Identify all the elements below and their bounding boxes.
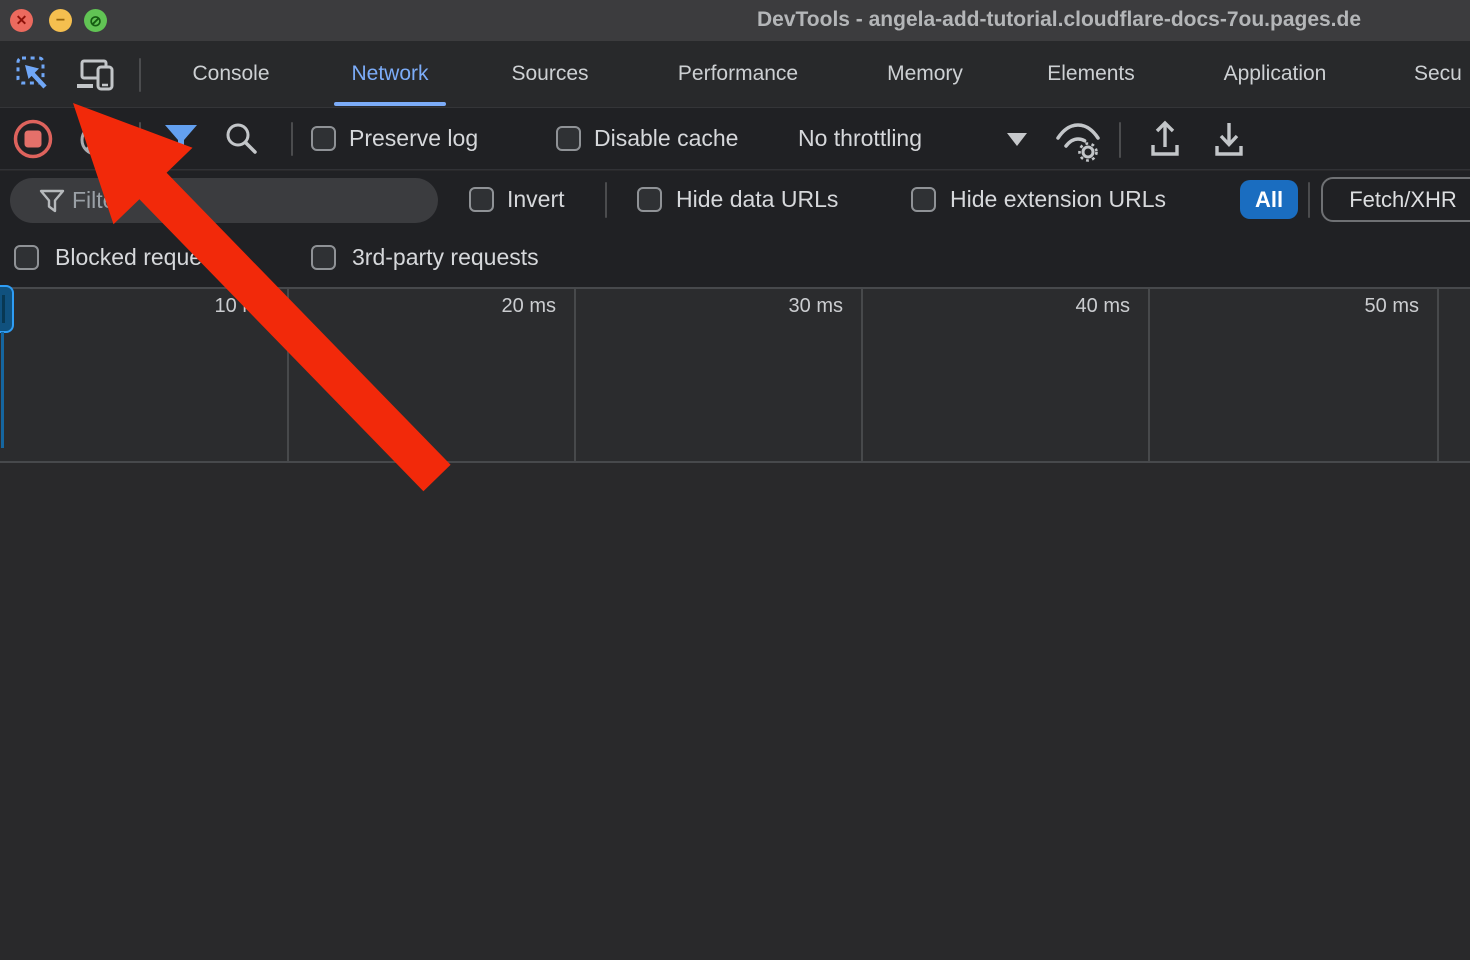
toolbar-separator [139,122,141,156]
filter-separator [1308,182,1310,218]
third-party-requests-checkbox[interactable] [311,245,336,270]
network-conditions-button[interactable] [1052,118,1104,162]
close-icon[interactable]: ✕ [10,9,33,32]
export-har-icon [1210,119,1248,161]
tab-application[interactable]: Application [1200,41,1350,107]
record-stop-icon [11,117,55,161]
clear-button[interactable] [77,121,115,159]
preserve-log-label: Preserve log [349,125,478,151]
requests-panel: Recordi Perform a request [0,463,1470,960]
clear-icon [77,121,115,159]
overview-range-handle-line [1,332,4,448]
filter-placeholder: Filter [72,187,123,214]
inspect-element-button[interactable] [14,54,54,94]
disable-cache-label: Disable cache [594,125,738,151]
search-icon [224,121,260,157]
fullscreen-icon[interactable]: ⊘ [84,9,107,32]
import-har-icon [1146,119,1184,161]
inspect-element-icon [14,54,54,94]
ruler-label-30ms: 30 ms [789,295,843,318]
device-toolbar-button[interactable] [74,57,118,93]
titlebar: ✕ − ⊘ DevTools - angela-add-tutorial.clo… [0,0,1470,41]
blocked-requests-label: Blocked requests [55,244,231,270]
toolbar-separator [1119,122,1121,158]
tab-bar: Console Network Sources Performance Memo… [0,41,1470,108]
toolbar-separator [291,122,293,156]
network-conditions-icon [1052,118,1104,162]
search-button[interactable] [224,121,260,157]
ruler-label-20ms: 20 ms [502,295,556,318]
device-toolbar-icon [74,57,118,93]
filter-funnel-icon [163,123,199,155]
tab-security[interactable]: Secu [1408,41,1470,107]
import-har-button[interactable] [1146,119,1184,161]
filter-separator [605,182,607,218]
throttling-select[interactable]: No throttling [798,125,922,151]
window-title: DevTools - angela-add-tutorial.cloudflar… [757,8,1361,32]
filter-input[interactable]: Filter [10,178,438,223]
ruler-divider [287,289,289,461]
ruler-label-10ms: 10 ms [215,295,269,318]
ruler-divider [1148,289,1150,461]
tab-sources[interactable]: Sources [495,41,605,107]
hide-data-urls-checkbox[interactable] [637,187,662,212]
export-har-button[interactable] [1210,119,1248,161]
invert-checkbox[interactable] [469,187,494,212]
filter-bar: Filter Invert Hide data URLs Hide extens… [0,171,1470,228]
preserve-log-checkbox[interactable] [311,126,336,151]
network-overview[interactable]: 10 ms 20 ms 30 ms 40 ms 50 ms [0,287,1470,463]
tab-elements[interactable]: Elements [1029,41,1153,107]
disable-cache-checkbox[interactable] [556,126,581,151]
request-type-all-button[interactable]: All [1240,180,1298,219]
ruler-divider [1437,289,1439,461]
tab-memory[interactable]: Memory [870,41,980,107]
ruler-divider [861,289,863,461]
hide-extension-urls-checkbox[interactable] [911,187,936,212]
minimize-icon[interactable]: − [49,9,72,32]
tabbar-separator [139,58,141,92]
filter-toggle-button[interactable] [163,123,199,155]
ruler-label-50ms: 50 ms [1365,295,1419,318]
tab-network[interactable]: Network [334,41,446,107]
throttling-caret-icon[interactable] [1007,133,1027,146]
more-filters-bar: Blocked requests 3rd-party requests [0,228,1470,287]
hide-data-urls-label: Hide data URLs [676,186,838,212]
ruler-divider [574,289,576,461]
network-toolbar: Preserve log Disable cache No throttling [0,108,1470,170]
ruler-label-40ms: 40 ms [1076,295,1130,318]
blocked-requests-checkbox[interactable] [14,245,39,270]
request-type-fetch-xhr-button[interactable]: Fetch/XHR [1321,177,1470,222]
overview-range-handle[interactable] [0,285,14,333]
tab-console[interactable]: Console [176,41,286,107]
devtools-window: ✕ − ⊘ DevTools - angela-add-tutorial.clo… [0,0,1470,960]
invert-label: Invert [507,186,565,212]
hide-extension-urls-label: Hide extension URLs [950,186,1166,212]
third-party-requests-label: 3rd-party requests [352,244,539,270]
filter-input-funnel-icon [38,188,66,214]
tab-performance[interactable]: Performance [652,41,824,107]
record-stop-button[interactable] [11,117,55,161]
